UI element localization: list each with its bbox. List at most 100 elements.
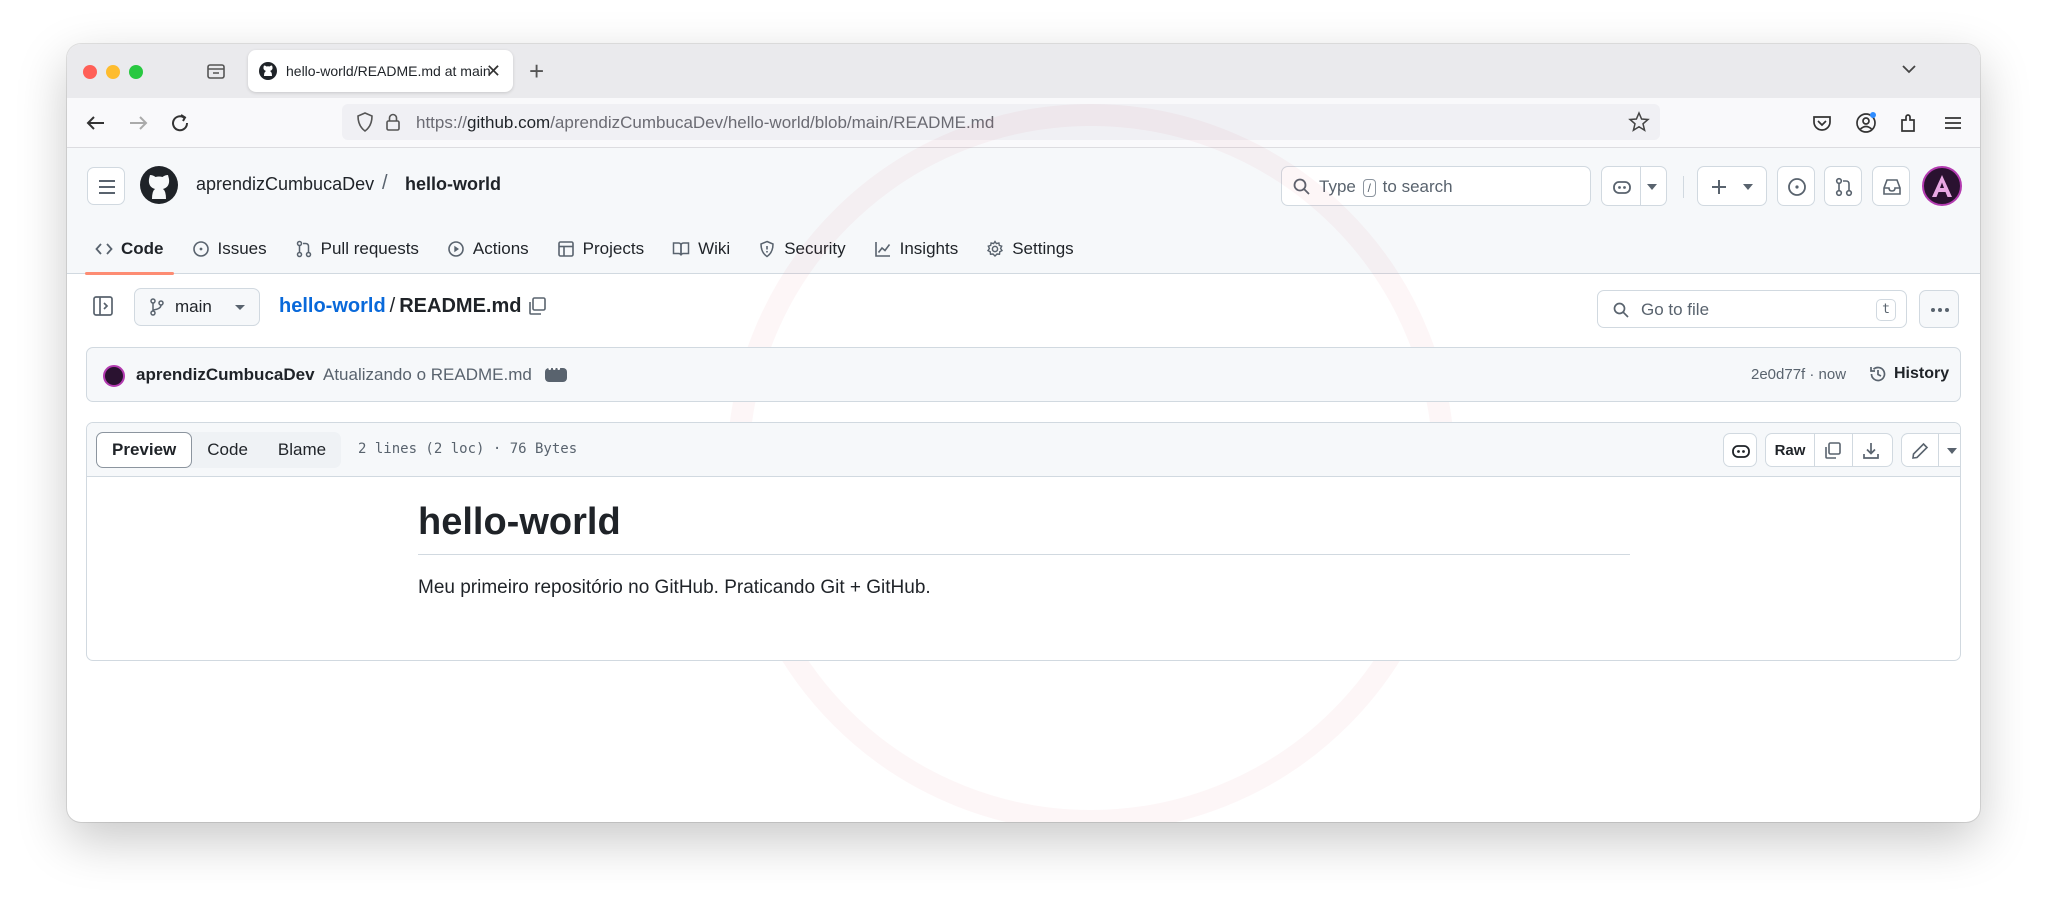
search-icon <box>1293 178 1310 195</box>
repo-name-link[interactable]: hello-world <box>405 174 501 195</box>
file-viewer: Preview Code Blame 2 lines (2 loc) · 76 … <box>86 422 1961 661</box>
tab-wiki[interactable]: Wiki <box>662 224 740 274</box>
raw-button[interactable]: Raw <box>1766 434 1814 466</box>
extensions-icon[interactable] <box>1896 110 1922 136</box>
history-icon <box>1870 366 1886 382</box>
create-new-button[interactable] <box>1697 166 1767 206</box>
hamburger-icon <box>99 180 115 194</box>
branch-selector-button[interactable]: main <box>134 288 260 326</box>
repo-navigation: Code Issues Pull requests Actions Projec… <box>85 224 1092 275</box>
avatar-icon <box>1932 175 1952 197</box>
file-toolbar: Preview Code Blame 2 lines (2 loc) · 76 … <box>87 423 1960 477</box>
repo-owner-link[interactable]: aprendizCumbucaDev <box>196 174 374 195</box>
breadcrumb-file-name: README.md <box>399 295 522 317</box>
download-icon[interactable] <box>1861 441 1881 461</box>
inbox-icon <box>1883 179 1901 195</box>
inbox-button[interactable] <box>1872 166 1910 206</box>
caret-down-icon <box>1647 184 1657 190</box>
shortcut-key: t <box>1876 299 1896 321</box>
table-icon <box>557 241 574 257</box>
raw-actions-group: Raw <box>1765 433 1893 467</box>
kebab-horizontal-icon <box>1931 308 1949 312</box>
plus-icon <box>1712 180 1726 194</box>
commit-author-avatar[interactable] <box>103 365 125 387</box>
copilot-icon <box>1613 181 1631 194</box>
url-text[interactable]: https://github.com/aprendizCumbucaDev/he… <box>416 113 994 133</box>
new-tab-icon[interactable]: + <box>529 56 544 87</box>
commit-sha-time[interactable]: 2e0d77f · now <box>1751 366 1846 383</box>
tab-strip: hello-world/README.md at main ✕ + <box>67 44 1980 98</box>
tab-insights[interactable]: Insights <box>864 224 969 274</box>
github-logo-icon[interactable] <box>139 165 179 205</box>
commit-message[interactable]: Atualizando o README.md <box>323 365 532 385</box>
readme-paragraph: Meu primeiro repositório no GitHub. Prat… <box>418 577 931 598</box>
breadcrumb-separator: / <box>382 172 388 194</box>
expand-commit-button[interactable] <box>545 364 567 382</box>
issues-button[interactable] <box>1777 166 1815 206</box>
pencil-icon[interactable] <box>1910 441 1930 461</box>
graph-icon <box>874 242 890 257</box>
pull-request-icon <box>296 240 311 258</box>
close-window-button[interactable] <box>83 65 97 79</box>
tab-pull-requests[interactable]: Pull requests <box>285 224 429 274</box>
tab-actions[interactable]: Actions <box>437 224 539 274</box>
issue-icon <box>192 241 209 257</box>
lock-icon[interactable] <box>382 111 404 133</box>
tab-preview[interactable]: Preview <box>96 432 193 468</box>
history-button[interactable]: History <box>1868 364 1949 384</box>
readme-heading: hello-world <box>418 501 1630 555</box>
gear-icon <box>987 240 1004 257</box>
pocket-icon[interactable] <box>1809 110 1835 136</box>
more-options-button[interactable] <box>1919 290 1959 328</box>
forward-arrow-icon[interactable] <box>125 110 151 136</box>
shield-tracking-icon[interactable] <box>354 111 376 133</box>
side-panel-toggle-icon[interactable] <box>91 294 115 318</box>
user-avatar[interactable] <box>1922 166 1962 206</box>
tab-overview-icon[interactable] <box>205 60 227 82</box>
browser-window: hello-world/README.md at main ✕ + https:… <box>67 44 1980 822</box>
caret-down-icon <box>1743 184 1753 190</box>
copilot-file-button[interactable] <box>1723 433 1757 467</box>
caret-down-icon <box>235 305 245 310</box>
go-to-file-input[interactable]: Go to file t <box>1597 290 1907 328</box>
maximize-window-button[interactable] <box>129 65 143 79</box>
copy-icon[interactable] <box>1823 441 1843 461</box>
pull-request-icon <box>1835 177 1853 197</box>
tab-security[interactable]: Security <box>748 224 855 274</box>
search-icon <box>1613 302 1629 318</box>
chevron-down-icon[interactable] <box>1898 58 1920 80</box>
breadcrumb-repo-link[interactable]: hello-world <box>279 295 386 317</box>
play-icon <box>448 241 464 257</box>
tab-projects[interactable]: Projects <box>547 224 654 274</box>
search-input[interactable]: Type / to search <box>1281 166 1591 206</box>
github-header: aprendizCumbucaDev / hello-world Type / … <box>67 148 1980 275</box>
latest-commit-box: aprendizCumbucaDev Atualizando o README.… <box>86 347 1961 402</box>
tab-issues[interactable]: Issues <box>182 224 277 274</box>
commit-author[interactable]: aprendizCumbucaDev <box>136 365 315 385</box>
code-icon <box>95 243 113 255</box>
branch-name: main <box>175 297 212 316</box>
menu-icon[interactable] <box>1940 110 1966 136</box>
address-bar[interactable]: https://github.com/aprendizCumbucaDev/he… <box>342 104 1660 140</box>
readme-content: hello-world Meu primeiro repositório no … <box>418 501 1630 599</box>
open-menu-button[interactable] <box>87 167 125 205</box>
copy-path-icon[interactable] <box>526 295 548 317</box>
pull-requests-button[interactable] <box>1824 166 1862 206</box>
file-breadcrumb: hello-world / README.md <box>279 295 522 317</box>
reload-icon[interactable] <box>167 110 193 136</box>
copilot-button[interactable] <box>1601 166 1667 206</box>
close-tab-icon[interactable]: ✕ <box>486 61 501 82</box>
caret-down-icon[interactable] <box>1946 446 1958 456</box>
browser-tab[interactable]: hello-world/README.md at main ✕ <box>248 50 513 92</box>
issue-icon <box>1788 178 1806 196</box>
account-icon[interactable] <box>1853 110 1879 136</box>
tab-blame[interactable]: Blame <box>263 432 341 468</box>
bookmark-star-icon[interactable] <box>1628 111 1650 133</box>
tab-code[interactable]: Code <box>85 224 174 275</box>
tab-code-view[interactable]: Code <box>192 432 263 468</box>
file-info: 2 lines (2 loc) · 76 Bytes <box>358 441 578 457</box>
tab-settings[interactable]: Settings <box>976 224 1083 274</box>
minimize-window-button[interactable] <box>106 65 120 79</box>
shield-icon <box>760 240 774 258</box>
back-arrow-icon[interactable] <box>83 110 109 136</box>
